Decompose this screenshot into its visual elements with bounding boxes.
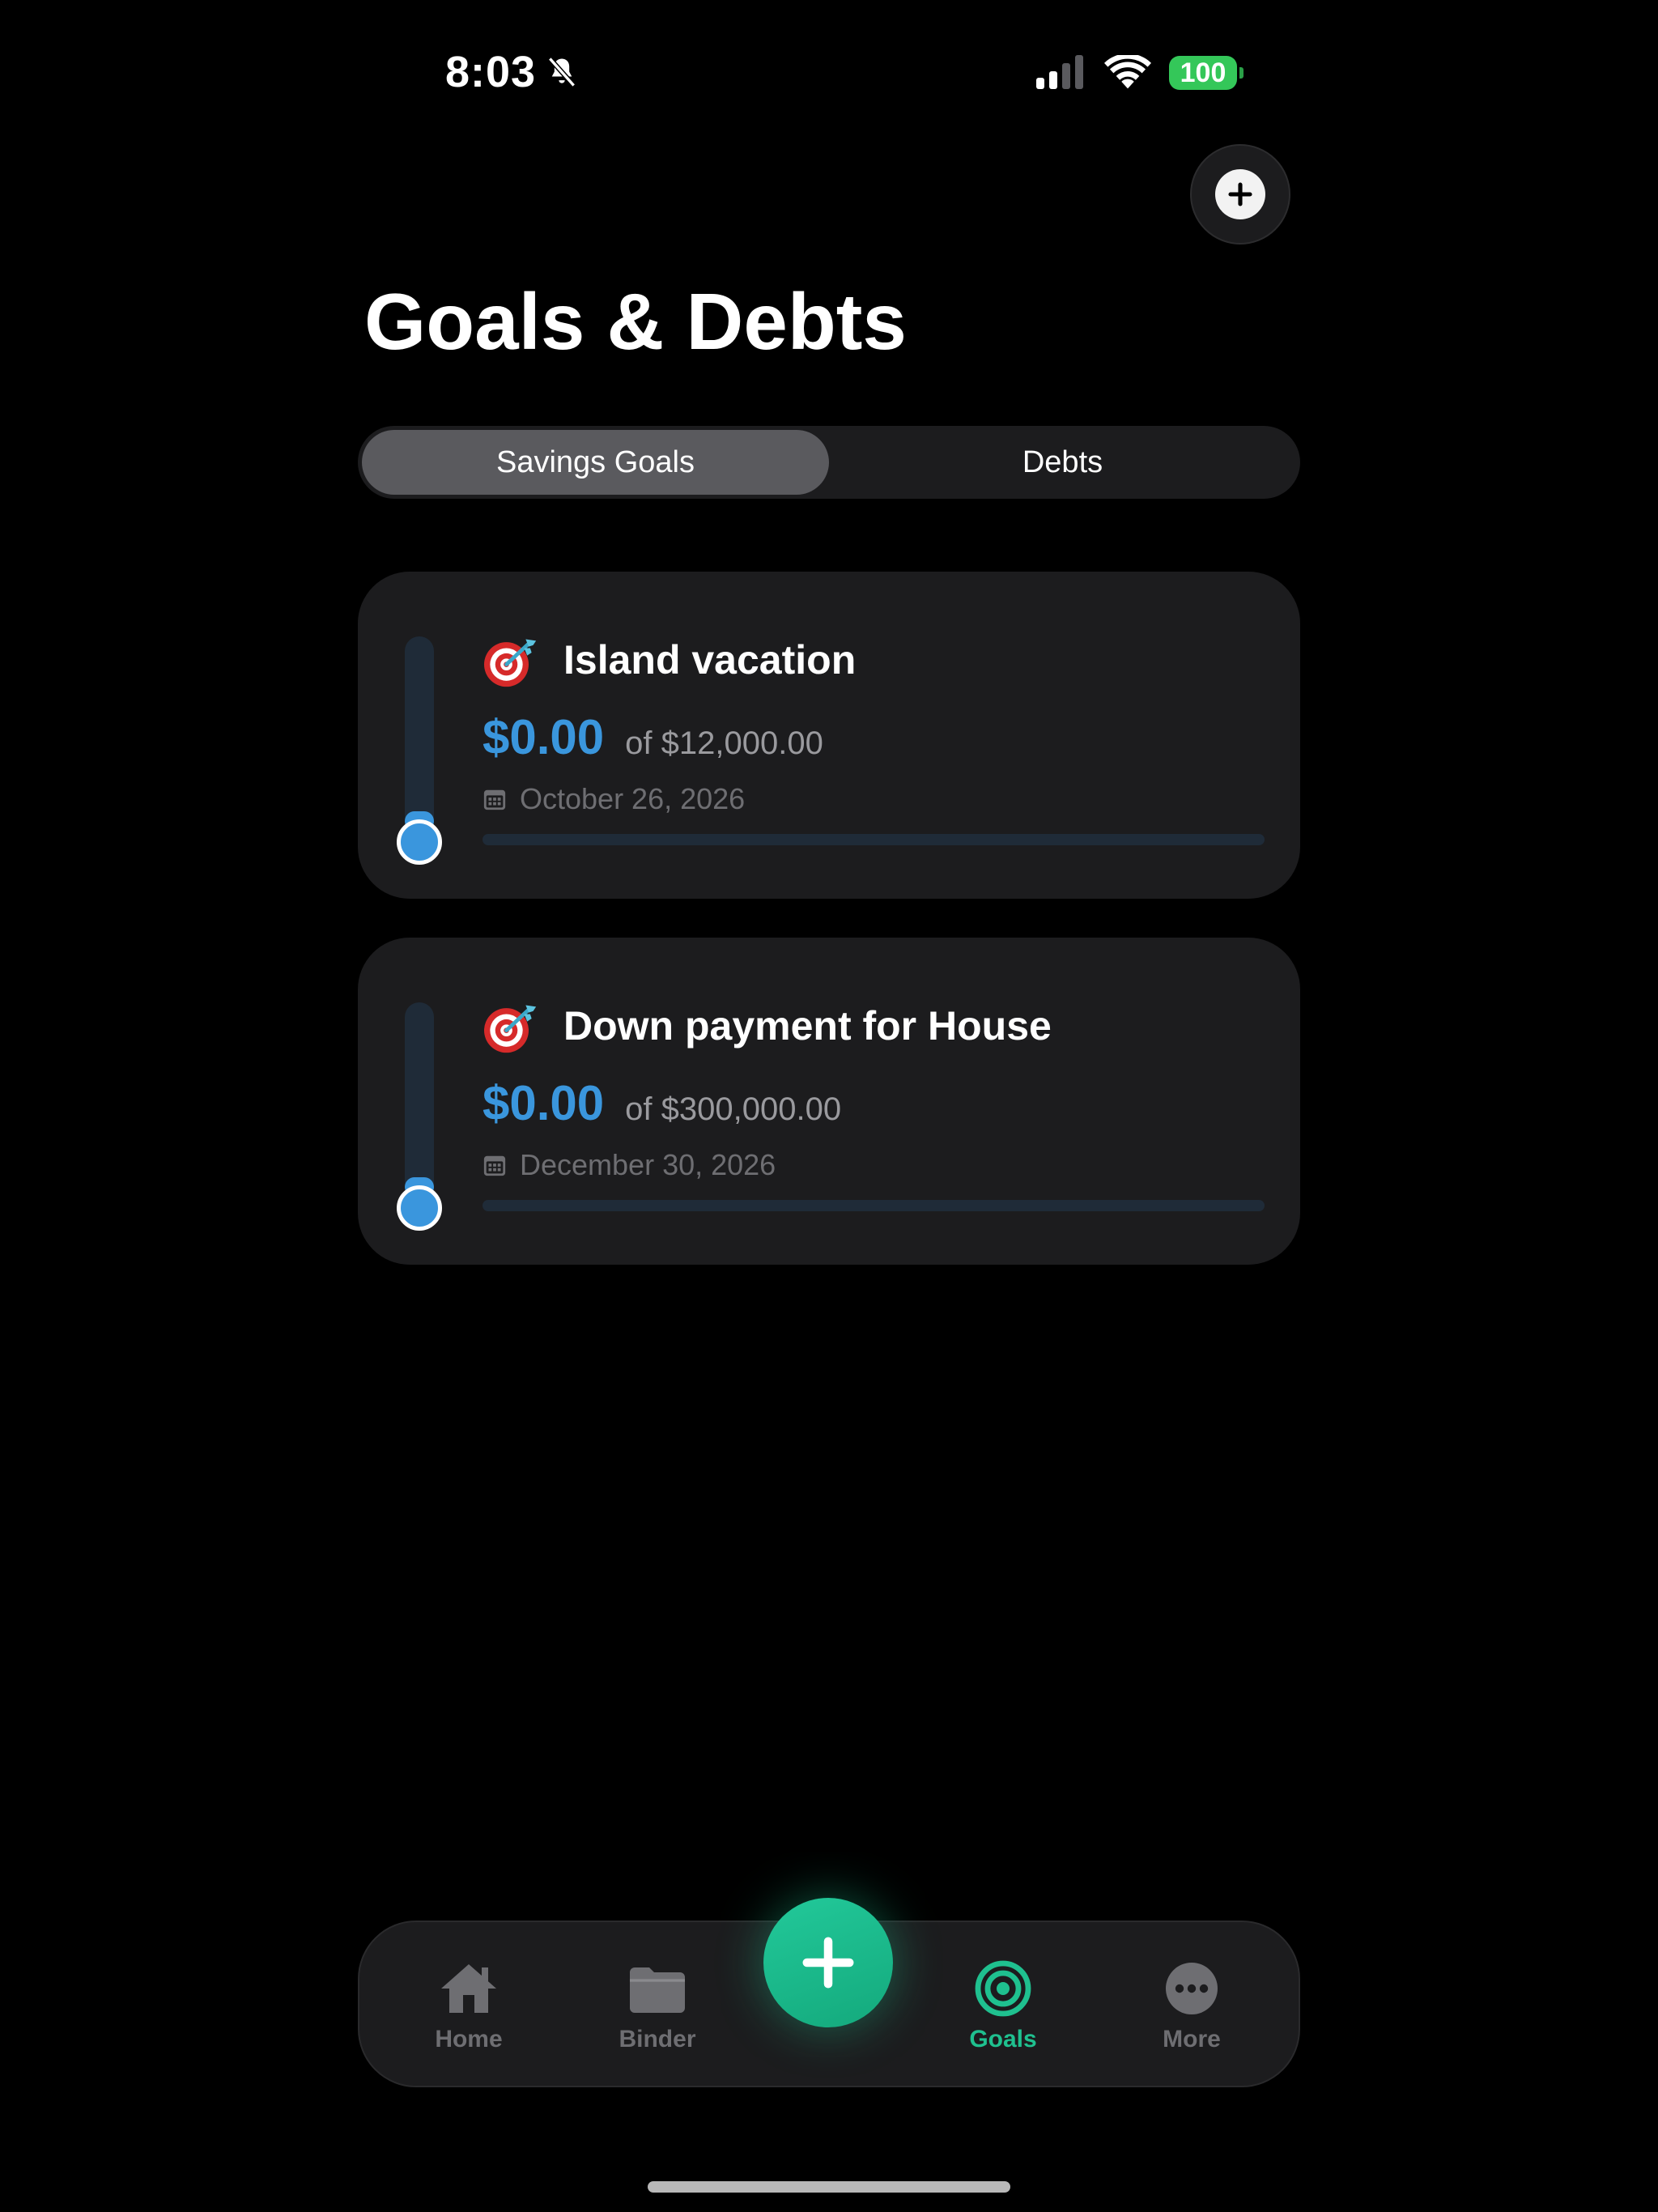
tab-label: Binder [619, 2026, 696, 2052]
add-goal-button[interactable] [1190, 144, 1290, 245]
goal-amounts: $0.00 of $300,000.00 [483, 1075, 841, 1131]
status-indicators: 100 [1035, 55, 1244, 91]
tab-more[interactable]: More [1127, 1959, 1256, 2053]
goal-progress-bar [483, 1200, 1265, 1211]
thermometer-track [405, 636, 434, 831]
goal-target-amount: of $300,000.00 [625, 1091, 842, 1127]
goal-saved-amount: $0.00 [483, 1076, 605, 1130]
goal-target-date: October 26, 2026 [520, 782, 746, 815]
segment-savings-goals[interactable]: Savings Goals [362, 430, 829, 495]
dart-target-icon [484, 639, 537, 687]
status-time: 8:03 [445, 47, 580, 97]
goal-progress-bar [483, 834, 1265, 845]
goal-target-date: December 30, 2026 [520, 1148, 776, 1181]
plus-icon [802, 1937, 854, 1989]
segment-debts[interactable]: Debts [829, 430, 1296, 495]
add-transaction-button[interactable] [763, 1898, 893, 2027]
folder-icon [630, 1967, 685, 2013]
cellular-signal-icon [1036, 55, 1083, 89]
tab-label: Goals [969, 2026, 1037, 2052]
target-icon [975, 1960, 1031, 2017]
battery-cap [1239, 67, 1244, 79]
battery-indicator: 100 [1169, 56, 1244, 90]
bell-muted-icon [548, 57, 576, 87]
status-time-text: 8:03 [445, 48, 537, 96]
tab-goals[interactable]: Goals [938, 1959, 1068, 2053]
goal-amounts: $0.00 of $12,000.00 [483, 709, 823, 765]
page-title: Goals & Debts [364, 277, 907, 366]
goal-card[interactable]: Down payment for House $0.00 of $300,000… [358, 938, 1300, 1265]
goal-name: Island vacation [563, 637, 857, 683]
goals-debts-segmented-control: Savings Goals Debts [358, 426, 1300, 499]
tab-binder[interactable]: Binder [593, 1959, 722, 2053]
plus-circle-icon [1215, 169, 1265, 219]
goal-date-row: December 30, 2026 [483, 1148, 776, 1182]
plus-icon [1228, 182, 1252, 206]
goal-target-amount: of $12,000.00 [625, 725, 823, 761]
house-icon [441, 1964, 496, 2013]
tab-label: Home [435, 2026, 503, 2052]
home-indicator [648, 2181, 1010, 2193]
goal-date-row: October 26, 2026 [483, 782, 745, 816]
goal-saved-amount: $0.00 [483, 710, 605, 764]
calendar-icon [483, 789, 506, 810]
thermometer-bulb [397, 819, 442, 865]
calendar-icon [483, 1155, 506, 1176]
thermometer-track [405, 1002, 434, 1197]
dart-target-icon [484, 1005, 537, 1053]
goal-name: Down payment for House [563, 1003, 1052, 1049]
battery-level: 100 [1169, 56, 1237, 90]
tab-label: More [1163, 2026, 1221, 2052]
ellipsis-icon [1166, 1963, 1218, 2014]
goal-card[interactable]: Island vacation $0.00 of $12,000.00 Octo… [358, 572, 1300, 899]
thermometer-bulb [397, 1185, 442, 1231]
wifi-icon [1104, 55, 1151, 89]
tab-home[interactable]: Home [404, 1959, 534, 2053]
